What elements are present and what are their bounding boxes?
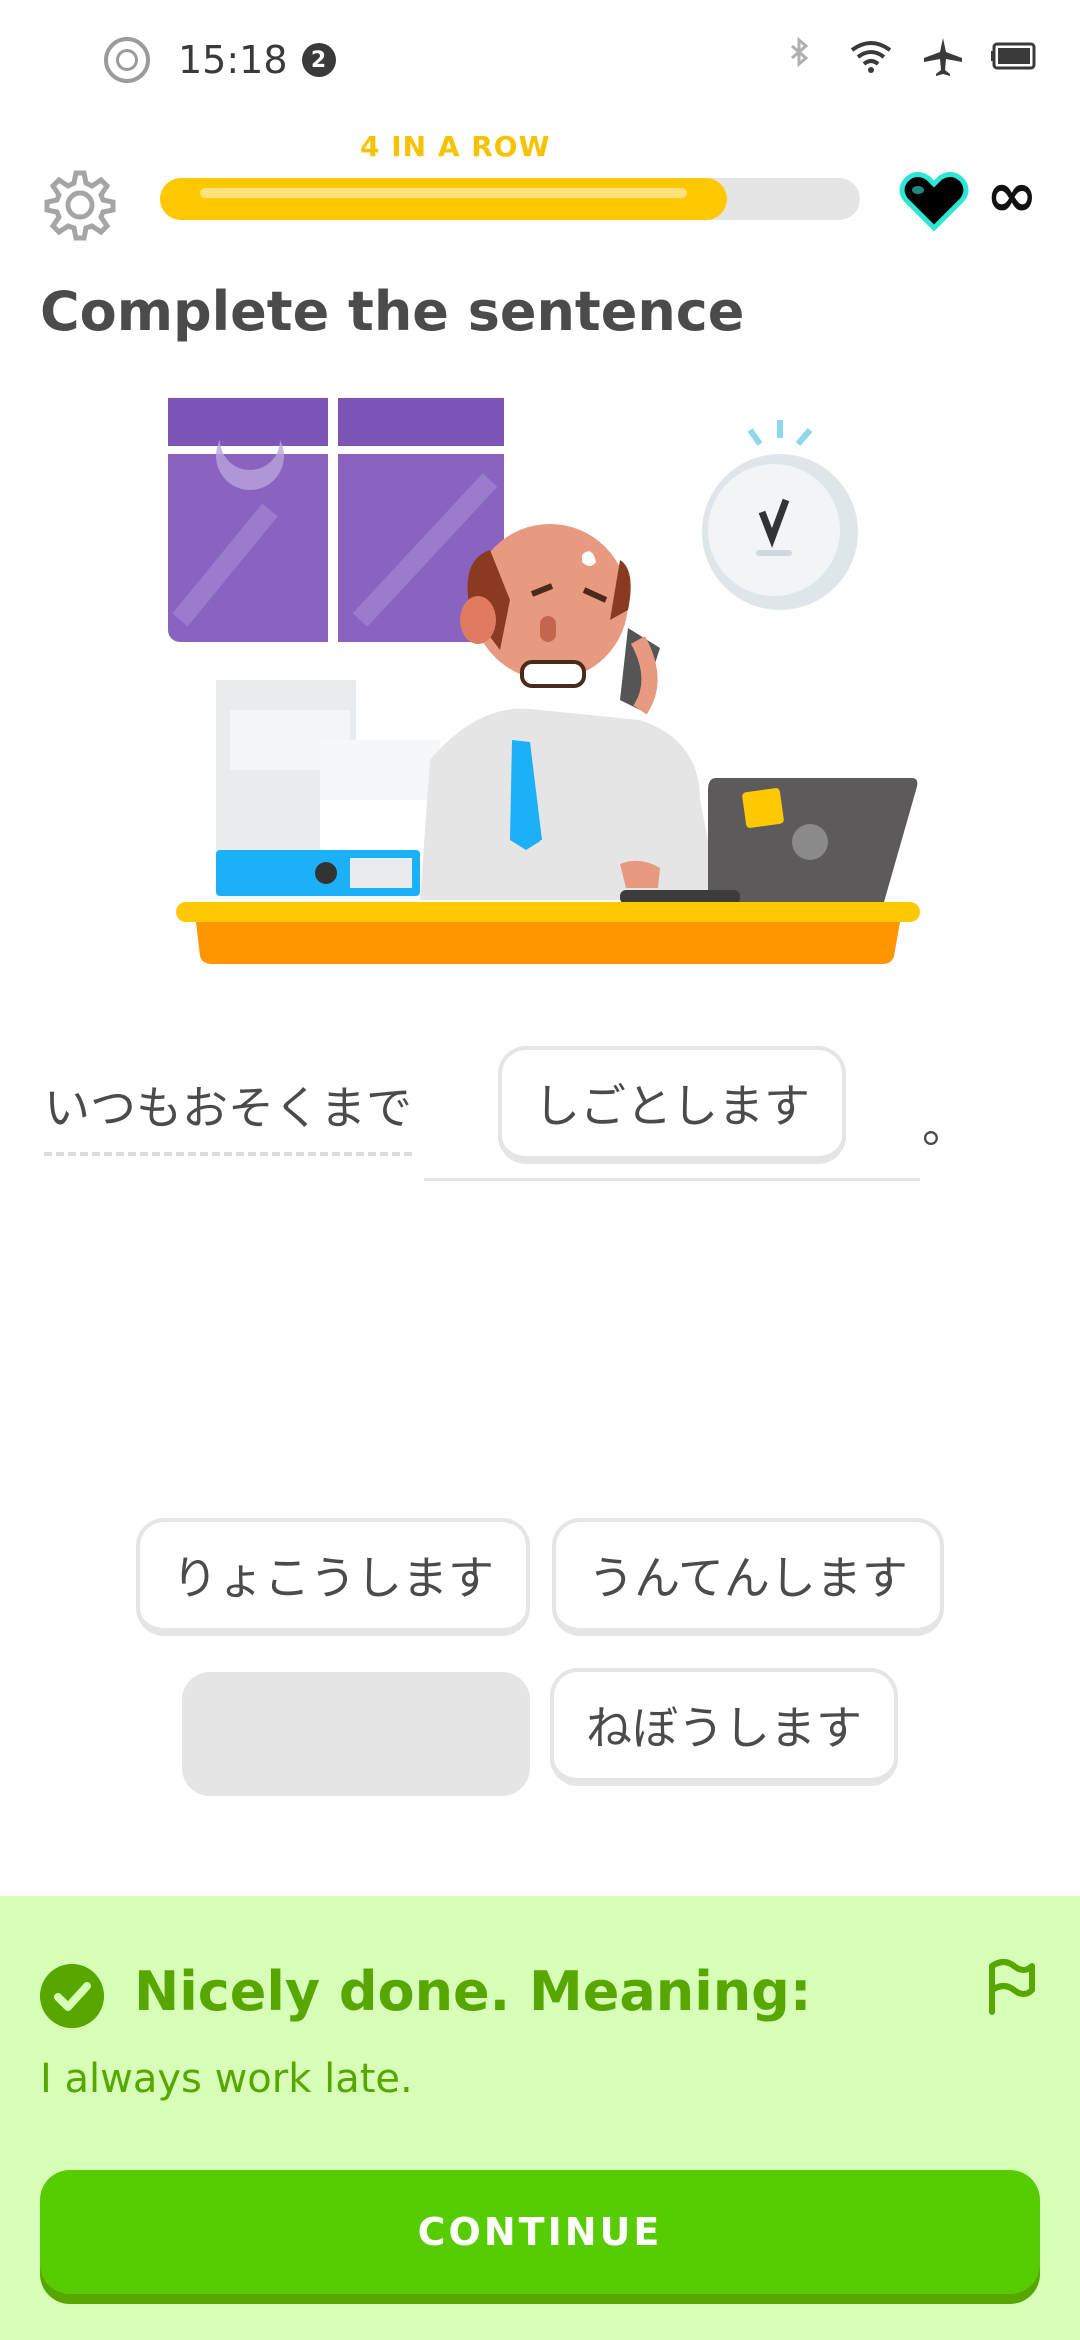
status-bar: 15:18 2 xyxy=(0,0,1080,120)
airplane-icon xyxy=(924,38,962,76)
sentence-prompt: いつもおそくまで xyxy=(44,1072,412,1156)
continue-button[interactable]: CONTINUE xyxy=(40,2170,1040,2294)
word-bank-option[interactable]: うんてんします xyxy=(552,1518,944,1636)
office-worker-illustration xyxy=(168,398,920,964)
placed-answer-chip[interactable]: しごとします xyxy=(498,1046,846,1164)
sentence-end: 。 xyxy=(922,1099,968,1153)
progress-fill xyxy=(160,178,727,220)
status-right xyxy=(774,34,1040,78)
lesson-progress-bar xyxy=(160,178,860,220)
check-icon xyxy=(40,1964,104,2028)
settings-gear-icon[interactable] xyxy=(40,165,120,245)
answer-blank-line xyxy=(424,1178,920,1181)
exercise-title: Complete the sentence xyxy=(40,280,745,343)
bluetooth-icon xyxy=(791,36,809,68)
wifi-icon xyxy=(850,41,892,73)
notification-badge: 2 xyxy=(301,43,336,77)
clock: 15:18 xyxy=(178,38,288,82)
status-left: 15:18 2 xyxy=(104,30,336,90)
battery-icon xyxy=(991,42,1036,70)
word-bank-option[interactable]: ねぼうします xyxy=(550,1668,898,1786)
heart-icon[interactable] xyxy=(898,168,970,232)
record-icon xyxy=(104,37,150,83)
word-bank-empty-slot xyxy=(182,1672,530,1796)
feedback-title: Nicely done. Meaning: xyxy=(134,1960,812,2023)
streak-label: 4 IN A ROW xyxy=(360,130,551,163)
hearts-count: ∞ xyxy=(986,158,1038,231)
word-bank-option[interactable]: りょこうします xyxy=(136,1518,530,1636)
progress-shine xyxy=(200,188,687,198)
feedback-meaning: I always work late. xyxy=(40,2056,413,2102)
feedback-panel: Nicely done. Meaning: I always work late… xyxy=(0,1896,1080,2340)
report-flag-icon[interactable] xyxy=(984,1956,1038,2016)
